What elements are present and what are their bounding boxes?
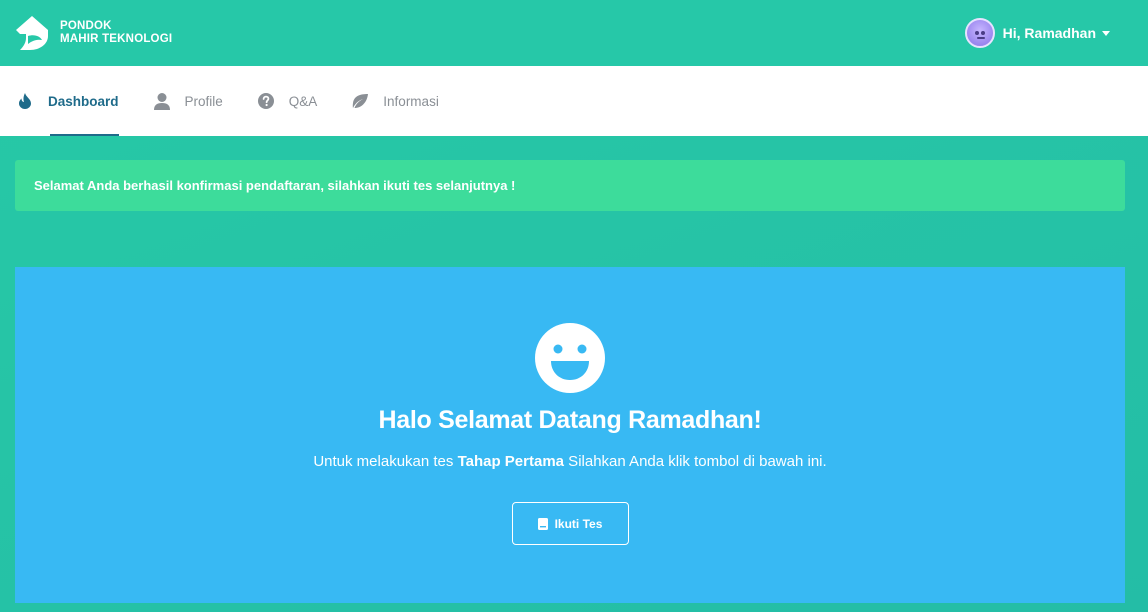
leaf-icon	[351, 92, 369, 110]
nav-label-qa: Q&A	[288, 93, 318, 109]
brand[interactable]: PONDOK MAHIR TEKNOLOGI	[14, 14, 172, 52]
avatar-eye-left	[974, 31, 979, 35]
smile-icon	[535, 323, 605, 393]
nav-item-dashboard[interactable]: Dashboard	[16, 66, 119, 136]
brand-line-2: MAHIR TEKNOLOGI	[60, 33, 173, 45]
success-alert: Selamat Anda berhasil konfirmasi pendaft…	[15, 160, 1125, 211]
caret-down-icon[interactable]	[1102, 30, 1110, 36]
ikuti-tes-button[interactable]: Ikuti Tes	[511, 502, 629, 545]
question-circle-icon	[257, 92, 275, 110]
user-icon	[153, 92, 171, 110]
top-bar: PONDOK MAHIR TEKNOLOGI Hi, Ramadhan	[0, 0, 1148, 66]
brand-line-1: PONDOK	[60, 20, 112, 32]
user-menu[interactable]: Hi, Ramadhan	[964, 18, 1110, 48]
subtitle-bold: Tahap Pertama	[457, 453, 565, 470]
nav-label-informasi: Informasi	[383, 93, 439, 109]
subtitle-suffix: Silahkan Anda klik tombol di bawah ini.	[564, 453, 827, 470]
subtitle-prefix: Untuk melakukan tes	[313, 453, 458, 470]
book-icon	[537, 517, 548, 530]
welcome-card: Halo Selamat Datang Ramadhan! Untuk mela…	[15, 267, 1125, 603]
house-leaf-logo-icon	[16, 16, 48, 50]
brand-name: PONDOK MAHIR TEKNOLOGI	[60, 20, 172, 46]
alert-message: Selamat Anda berhasil konfirmasi pendaft…	[34, 178, 516, 193]
avatar-eye-right	[980, 31, 985, 35]
nav-label-profile: Profile	[184, 93, 223, 109]
nav-item-informasi[interactable]: Informasi	[351, 66, 439, 136]
avatar[interactable]	[964, 18, 995, 48]
main-nav: Dashboard Profile Q&A Informasi	[0, 66, 1148, 136]
ikuti-tes-label: Ikuti Tes	[554, 516, 603, 531]
nav-item-profile[interactable]: Profile	[153, 66, 223, 136]
user-greeting: Hi, Ramadhan	[1002, 25, 1096, 41]
fire-icon	[16, 92, 34, 110]
nav-label-dashboard: Dashboard	[48, 93, 119, 109]
nav-item-qa[interactable]: Q&A	[257, 66, 318, 136]
welcome-subtitle: Untuk melakukan tes Tahap Pertama Silahk…	[313, 453, 826, 470]
welcome-title: Halo Selamat Datang Ramadhan!	[378, 406, 762, 434]
avatar-mouth	[976, 37, 985, 39]
